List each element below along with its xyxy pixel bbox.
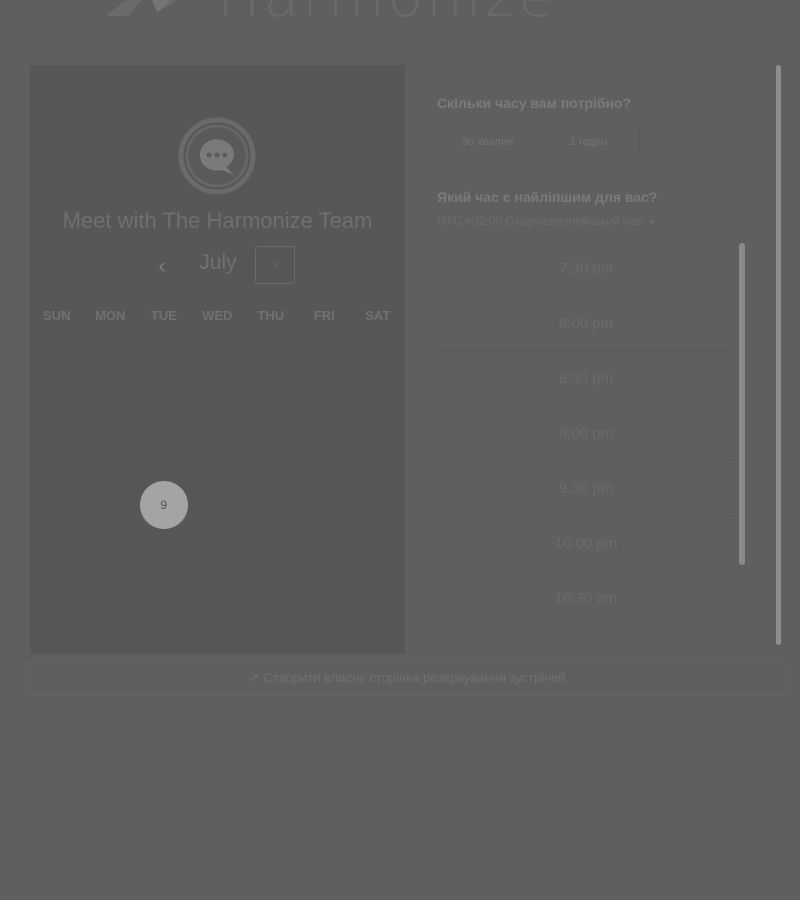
duration-question: Скільки часу вам потрібно? (437, 95, 632, 111)
calendar-day[interactable] (84, 536, 138, 576)
calendar-day[interactable] (30, 333, 84, 373)
next-month-button[interactable]: › (255, 246, 295, 284)
time-slot-list[interactable]: 7:30 pm 8:00 pm 8:30 pm 9:00 pm 9:30 pm … (437, 243, 745, 625)
caret-down-icon: ▼ (647, 217, 657, 227)
calendar-week (30, 536, 405, 576)
calendar-week (30, 587, 405, 627)
calendar-day[interactable] (84, 485, 138, 525)
selected-day-number: 9 (160, 498, 168, 512)
weekday-wed: WED (202, 308, 233, 323)
calendar-day-selected[interactable]: 9 (137, 481, 191, 529)
calendar-day[interactable] (30, 435, 84, 475)
calendar-day[interactable] (351, 384, 405, 424)
weekday-thu: THU (257, 308, 285, 323)
calendar-week: 9 (30, 481, 405, 529)
weekday-sun: SUN (43, 308, 71, 323)
calendar-day[interactable] (244, 485, 298, 525)
panel-scrollbar[interactable] (776, 65, 781, 645)
calendar-day[interactable] (191, 536, 245, 576)
calendar-day[interactable] (351, 333, 405, 373)
calendar-day[interactable] (298, 536, 352, 576)
calendar-day[interactable] (244, 587, 298, 627)
booking-options-panel: Скільки часу вам потрібно? 30 хвилин 1 г… (437, 0, 782, 660)
calendar-day[interactable] (244, 435, 298, 475)
create-booking-page-label: Створити власну сторінка резервування зу… (263, 670, 566, 685)
time-slot-scrollbar[interactable] (739, 243, 745, 565)
calendar-day[interactable] (84, 435, 138, 475)
calendar-day[interactable] (84, 333, 138, 373)
duration-option-30min[interactable]: 30 хвилин (437, 126, 538, 158)
calendar-day[interactable] (137, 536, 191, 576)
logo-bird-icon (107, 0, 177, 16)
calendar-panel: Meet with The Harmonize Team ‹ July › SU… (30, 65, 405, 654)
timezone-select[interactable]: UTC +02:00 Східноєвропейський час ▼ (437, 214, 657, 228)
calendar-day[interactable] (137, 587, 191, 627)
calendar-day[interactable] (84, 384, 138, 424)
time-slot[interactable]: 10:30 pm (437, 573, 735, 625)
calendar-day[interactable] (191, 485, 245, 525)
time-slot[interactable]: 10:00 pm (437, 518, 735, 571)
weekday-sat: SAT (365, 308, 391, 323)
calendar-day[interactable] (84, 587, 138, 627)
calendar-day[interactable] (137, 333, 191, 373)
prev-month-button[interactable]: ‹ (142, 248, 182, 284)
calendar-day[interactable] (298, 435, 352, 475)
time-question: Який час є найліпшим для вас? (437, 189, 658, 205)
calendar-day[interactable] (137, 384, 191, 424)
duration-selector: 30 хвилин 1 годин (437, 126, 640, 158)
calendar-day[interactable] (137, 435, 191, 475)
weekday-tue: TUE (150, 308, 177, 323)
calendar-day[interactable] (298, 587, 352, 627)
create-booking-page-link[interactable]: ↗ Створити власну сторінка резервування з… (26, 663, 788, 695)
meeting-title: Meet with The Harmonize Team (62, 208, 373, 233)
calendar-day[interactable] (30, 536, 84, 576)
weekday-header: SUN MON TUE WED THU FRI SAT (30, 308, 405, 323)
calendar-day[interactable] (191, 333, 245, 373)
calendar-day[interactable] (351, 435, 405, 475)
time-slot[interactable]: 8:00 pm (437, 298, 735, 351)
calendar-day[interactable] (191, 587, 245, 627)
timezone-label: UTC +02:00 Східноєвропейський час (437, 214, 642, 228)
time-slot[interactable]: 9:00 pm (437, 408, 735, 461)
calendar-day[interactable] (298, 333, 352, 373)
calendar-week (30, 384, 405, 424)
time-slot[interactable]: 8:30 pm (437, 353, 735, 406)
calendar-day[interactable] (30, 587, 84, 627)
calendar-day[interactable] (191, 384, 245, 424)
current-month: July (199, 251, 237, 274)
calendar-week (30, 333, 405, 373)
calendar-day[interactable] (351, 536, 405, 576)
calendar-day[interactable] (244, 384, 298, 424)
calendar-day[interactable] (298, 485, 352, 525)
duration-option-1hour[interactable]: 1 годин (538, 126, 639, 158)
calendar-day[interactable] (30, 384, 84, 424)
calendar-day[interactable] (351, 587, 405, 627)
external-link-icon: ↗ (248, 670, 260, 685)
calendar-day[interactable] (351, 485, 405, 525)
calendar-day[interactable] (30, 485, 84, 525)
time-slot[interactable]: 9:30 pm (437, 463, 735, 516)
calendar-day[interactable] (244, 333, 298, 373)
weekday-fri: FRI (313, 308, 335, 323)
calendar-day[interactable] (298, 384, 352, 424)
weekday-mon: MON (95, 308, 126, 323)
chat-bubble-icon (178, 117, 256, 195)
calendar-day[interactable] (244, 536, 298, 576)
time-slot[interactable]: 7:30 pm (437, 243, 735, 296)
calendar-day[interactable] (191, 435, 245, 475)
calendar-week (30, 435, 405, 475)
